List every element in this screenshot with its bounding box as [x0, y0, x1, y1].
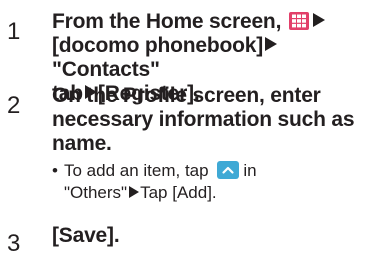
note-text-1: To add an item, tap: [64, 161, 209, 180]
app-name: [docomo phonebook]: [52, 34, 264, 57]
save-action: [Save].: [52, 224, 120, 247]
note-others: "Others": [64, 183, 128, 202]
step-body: On the Profile screen, enter necessary i…: [52, 84, 372, 204]
note-text-2: in: [243, 161, 257, 180]
instruction-line-1: On the Profile screen, enter: [52, 84, 321, 107]
step-instruction: On the Profile screen, enter necessary i…: [52, 84, 372, 156]
step-number: 3: [7, 230, 21, 257]
instruction-line-2: necessary information such as: [52, 108, 355, 131]
arrow-right-icon: [312, 13, 325, 27]
step-number: 1: [7, 18, 21, 45]
step-instruction: [Save].: [52, 224, 372, 248]
tab-name: "Contacts": [52, 58, 160, 81]
step-number: 2: [7, 92, 21, 119]
step-text-prefix: From the Home screen,: [52, 10, 282, 33]
step-body: [Save].: [52, 224, 372, 248]
apps-grid-icon: [288, 12, 309, 30]
arrow-right-icon: [129, 186, 140, 198]
bullet: •: [52, 161, 58, 180]
expand-up-icon: [217, 161, 240, 179]
instruction-line-3: name.: [52, 132, 112, 155]
arrow-right-icon: [265, 37, 278, 51]
note-add-action: Tap [Add].: [140, 183, 217, 202]
step-note: • To add an item, tap in "Others" Tap [Add…: [52, 160, 372, 204]
